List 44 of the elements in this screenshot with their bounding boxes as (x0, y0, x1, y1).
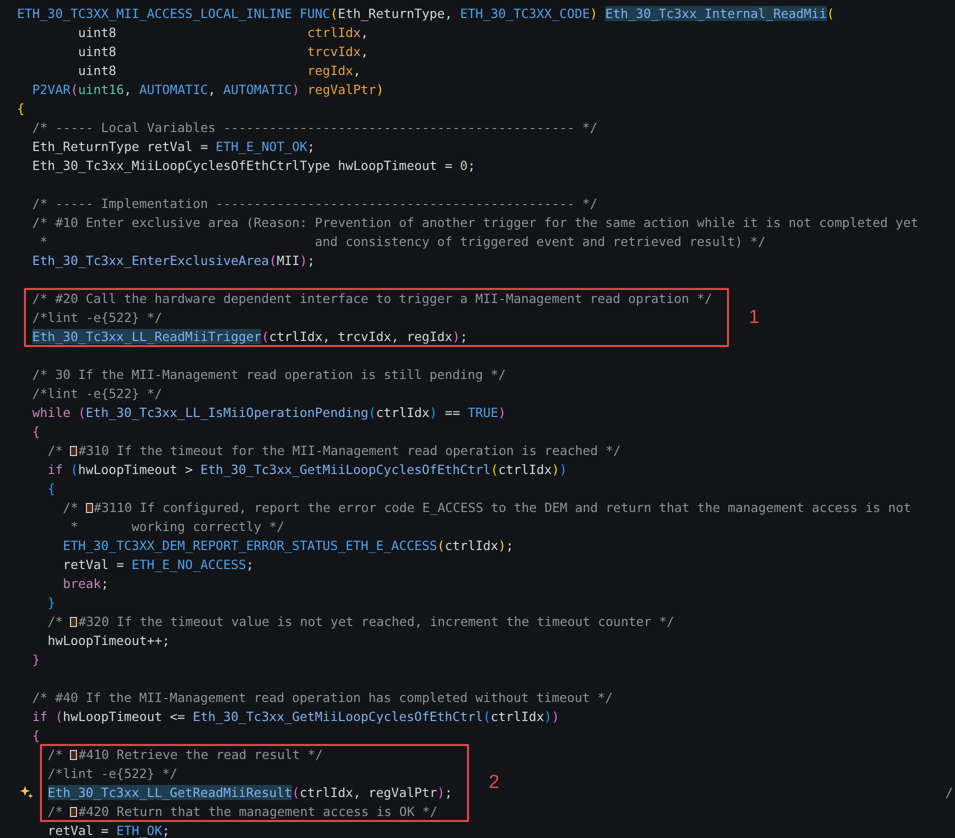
code-line: uint8 ctrlIdx, (77, 24, 368, 42)
code-line: retVal = ETH_OK; (46, 822, 170, 838)
code-line: if (hwLoopTimeout > Eth_30_Tc3xx_GetMiiLoopCyclesOfEthCtrl(ctrlIdx)) (46, 461, 568, 479)
code-line: /* 30 If the MII-Management read operation is still pending */ (31, 366, 506, 384)
code-line: * and consistency of triggered event and retrieved result) */ (38, 233, 766, 251)
code-line: /* #40 If the MII-Management read operation has completed without timeout */ (31, 689, 613, 707)
code-line: /*lint -e{522} */ (31, 309, 162, 327)
code-line: Eth_30_Tc3xx_LL_ReadMiiTrigger(ctrlIdx, trcvIdx, regIdx); (31, 328, 468, 346)
code-line: Eth_30_Tc3xx_MiiLoopCyclesOfEthCtrlType hwLoopTimeout = 0; (31, 157, 476, 175)
code-line: while (Eth_30_Tc3xx_LL_IsMiiOperationPending(ctrlIdx) == TRUE) (31, 404, 506, 422)
code-line: Eth_ReturnType retVal = ETH_E_NOT_OK; (31, 138, 315, 156)
code-line: break; (62, 575, 109, 593)
code-line: P2VAR(uint16, AUTOMATIC, AUTOMATIC) regValPtr) (31, 81, 384, 99)
code-line: { (17, 100, 25, 118)
code-line: /* #410 Retrieve the read result */ (46, 746, 323, 764)
code-line: /*lint -e{522} */ (46, 765, 178, 783)
annotation-label: 1 (748, 306, 760, 328)
code-line: /* #310 If the timeout for the MII-Management read operation is reached */ (46, 442, 621, 460)
code-line: } (31, 651, 40, 669)
code-line: retVal = ETH_E_NO_ACCESS; (62, 556, 254, 574)
code-fragment: / (945, 784, 953, 802)
code-line: uint8 regIdx, (77, 62, 361, 80)
code-line: { (31, 727, 40, 745)
code-line: } (46, 594, 56, 612)
code-line: /* #20 Call the hardware dependent interface to trigger a MII-Management read opration */ (31, 290, 712, 308)
code-line: uint8 trcvIdx, (77, 43, 368, 61)
code-line: ETH_30_TC3XX_MII_ACCESS_LOCAL_INLINE FUNC(Eth_ReturnType, ETH_30_TC3XX_CODE) Eth_30_Tc3xx_Internal_ReadMii( (17, 5, 834, 23)
code-line: /* #3110 If configured, report the error code E_ACCESS to the DEM and return that the management access is not (62, 499, 912, 517)
code-line: Eth_30_Tc3xx_LL_GetReadMiiResult(ctrlIdx, regValPtr); (46, 784, 452, 802)
code-line: hwLoopTimeout++; (46, 632, 170, 650)
code-line: /* ----- Local Variables ---------------------------------------------- */ (31, 119, 598, 137)
code-line: /*lint -e{522} */ (31, 385, 162, 403)
code-line: /* ----- Implementation ----------------------------------------------- */ (31, 195, 598, 213)
code-line: { (31, 423, 40, 441)
code-line: ETH_30_TC3XX_DEM_REPORT_ERROR_STATUS_ETH_E_ACCESS(ctrlIdx); (62, 537, 514, 555)
code-line: /* #10 Enter exclusive area (Reason: Prevention of another trigger for the same action while it is not completed yet (31, 214, 918, 232)
code-line: Eth_30_Tc3xx_EnterExclusiveArea(MII); (31, 252, 315, 270)
code-line: * working correctly */ (69, 518, 284, 536)
code-line: if (hwLoopTimeout <= Eth_30_Tc3xx_GetMiiLoopCyclesOfEthCtrl(ctrlIdx)) (31, 708, 560, 726)
code-line: /* #420 Return that the management access is OK */ (46, 803, 438, 821)
code-line: /* #320 If the timeout value is not yet reached, increment the timeout counter */ (46, 613, 674, 631)
code-line: { (46, 480, 56, 498)
annotation-label: 2 (488, 772, 500, 794)
sparkle-icon[interactable] (20, 786, 33, 799)
